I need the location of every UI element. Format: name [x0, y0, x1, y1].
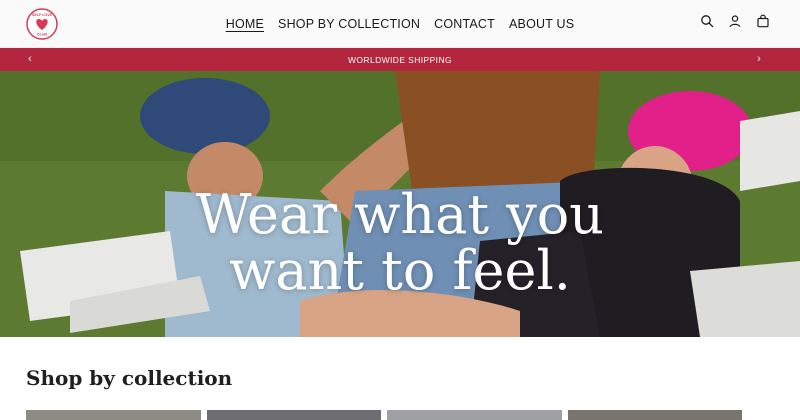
collection-card[interactable] [206, 410, 381, 420]
collection-card[interactable] [567, 410, 742, 420]
hero-headline-line-2: want to feel. [229, 239, 571, 302]
header-icons [700, 14, 770, 28]
hero-headline-line-1: Wear what you [195, 183, 605, 246]
collection-card[interactable] [26, 410, 201, 420]
nav-about-us[interactable]: ABOUT US [509, 13, 574, 35]
nav-contact[interactable]: CONTACT [434, 13, 495, 35]
collections-title: Shop by collection [26, 366, 233, 390]
collection-card[interactable] [387, 410, 562, 420]
main-nav: HOME SHOP BY COLLECTION CONTACT ABOUT US [0, 0, 800, 48]
announcement-prev-button[interactable]: ‹ [22, 51, 38, 67]
collection-grid [26, 410, 742, 420]
hero-banner[interactable]: Wear what you want to feel. [0, 71, 800, 337]
nav-home[interactable]: HOME [226, 13, 264, 35]
announcement-text: WORLDWIDE SHIPPING [347, 54, 452, 65]
search-icon[interactable] [700, 14, 714, 28]
announcement-bar: ‹ WORLDWIDE SHIPPING › [0, 48, 800, 71]
hero-headline: Wear what you want to feel. [0, 187, 800, 299]
site-header: SELF LOVE CLUB HOME SHOP BY COLLECTION C… [0, 0, 800, 48]
announcement-next-button[interactable]: › [751, 51, 767, 67]
account-icon[interactable] [728, 14, 742, 28]
nav-shop-by-collection[interactable]: SHOP BY COLLECTION [278, 13, 420, 35]
cart-icon[interactable] [756, 14, 770, 28]
